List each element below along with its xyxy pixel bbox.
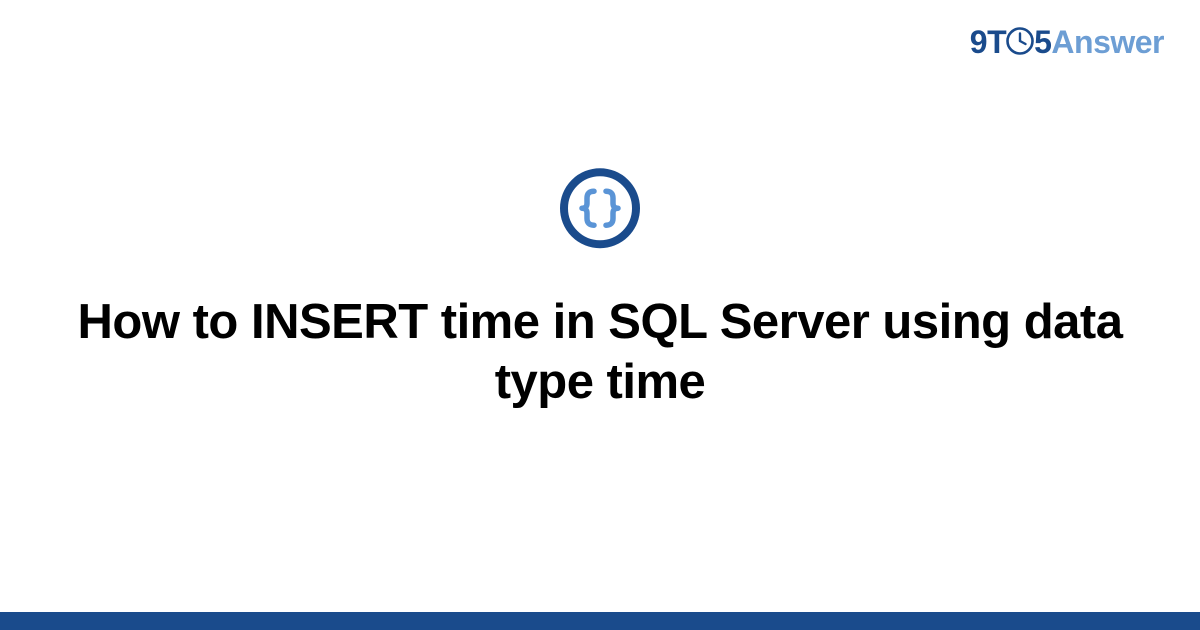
footer-accent-bar xyxy=(0,612,1200,630)
clock-icon xyxy=(1005,26,1035,56)
category-badge xyxy=(559,167,641,249)
site-logo: 9T 5 Answer xyxy=(970,24,1164,61)
logo-text-5: 5 xyxy=(1034,24,1051,61)
page-title: How to INSERT time in SQL Server using d… xyxy=(40,293,1160,413)
logo-text-answer: Answer xyxy=(1051,24,1164,61)
hero-block: How to INSERT time in SQL Server using d… xyxy=(0,167,1200,413)
braces-icon xyxy=(559,167,641,249)
logo-text-9t: 9T xyxy=(970,24,1006,61)
